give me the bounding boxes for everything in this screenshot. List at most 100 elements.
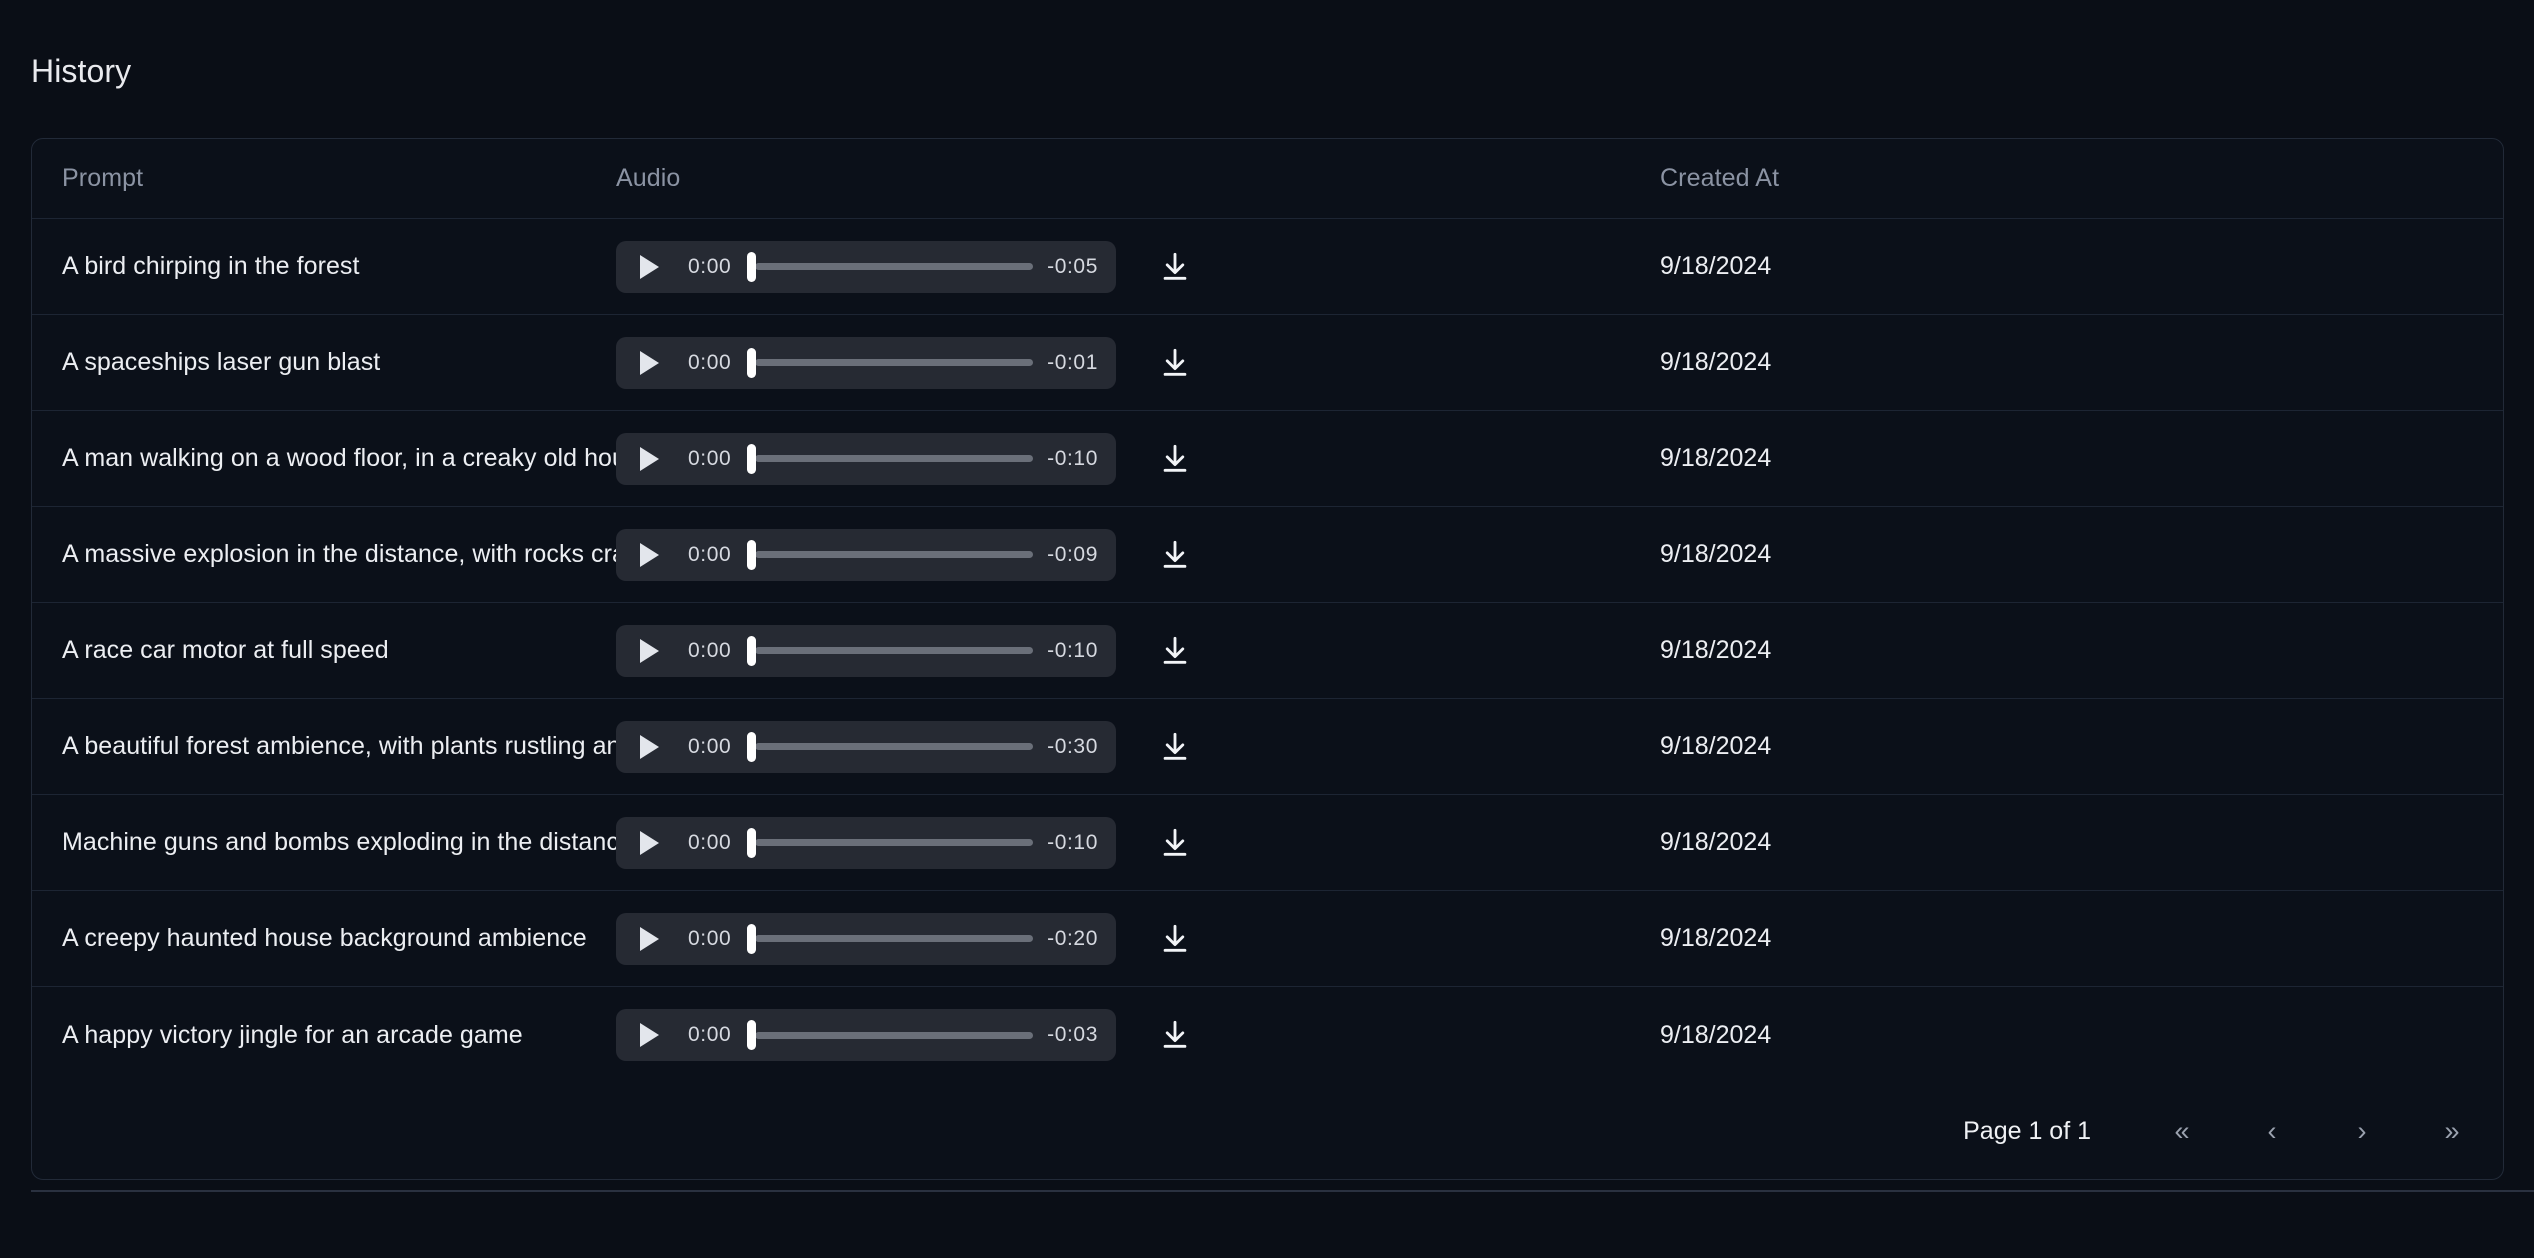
last-page-button[interactable]: »	[2429, 1108, 2475, 1154]
remaining-time: -0:10	[1047, 638, 1098, 662]
play-icon[interactable]	[634, 828, 664, 858]
scrubber-track	[755, 743, 1034, 750]
download-icon[interactable]	[1152, 532, 1198, 578]
column-header-created-at-cell: Created At	[1626, 164, 2503, 193]
play-icon[interactable]	[634, 636, 664, 666]
audio-scrubber[interactable]	[747, 923, 1034, 954]
current-time: 0:00	[688, 638, 732, 662]
bottom-divider	[31, 1190, 2534, 1192]
audio-player[interactable]: 0:00 -0:10	[616, 816, 1116, 869]
created-at-cell: 9/18/2024	[1626, 444, 2503, 473]
audio-scrubber[interactable]	[747, 1020, 1034, 1050]
created-at-cell: 9/18/2024	[1626, 828, 2503, 857]
audio-cell: 0:00 -0:09	[616, 528, 1626, 581]
audio-scrubber[interactable]	[747, 635, 1034, 666]
current-time: 0:00	[688, 542, 732, 566]
audio-player[interactable]: 0:00 -0:05	[616, 240, 1116, 293]
remaining-time: -0:10	[1047, 830, 1098, 854]
audio-cell: 0:00 -0:30	[616, 720, 1626, 773]
created-at-cell: 9/18/2024	[1626, 636, 2503, 665]
prompt-cell: A creepy haunted house background ambien…	[32, 924, 616, 953]
scrubber-thumb[interactable]	[747, 635, 757, 666]
audio-player[interactable]: 0:00 -0:30	[616, 720, 1116, 773]
scrubber-thumb[interactable]	[747, 923, 757, 954]
created-at-text: 9/18/2024	[1660, 732, 1772, 760]
column-header-audio: Audio	[616, 164, 681, 192]
play-icon[interactable]	[634, 732, 664, 762]
audio-player[interactable]: 0:00 -0:10	[616, 624, 1116, 677]
created-at-cell: 9/18/2024	[1626, 1021, 2503, 1050]
download-icon[interactable]	[1152, 916, 1198, 962]
table-body: A bird chirping in the forest 0:00 -0:05 9/…	[32, 219, 2503, 1083]
audio-player[interactable]: 0:00 -0:10	[616, 432, 1116, 485]
play-triangle	[639, 254, 659, 279]
scrubber-thumb[interactable]	[747, 539, 757, 570]
download-icon[interactable]	[1152, 244, 1198, 290]
play-icon[interactable]	[634, 1020, 664, 1050]
prompt-text: A creepy haunted house background ambien…	[62, 924, 587, 952]
audio-cell: 0:00 -0:10	[616, 816, 1626, 869]
scrubber-track	[755, 1031, 1034, 1039]
play-triangle	[639, 830, 659, 855]
prompt-text: A happy victory jingle for an arcade gam…	[62, 1020, 523, 1049]
audio-scrubber[interactable]	[747, 251, 1034, 282]
scrubber-thumb[interactable]	[747, 347, 757, 378]
audio-player[interactable]: 0:00 -0:09	[616, 528, 1116, 581]
scrubber-thumb[interactable]	[747, 731, 757, 762]
next-page-button[interactable]: ›	[2339, 1108, 2385, 1154]
current-time: 0:00	[688, 350, 732, 374]
scrubber-track	[755, 839, 1034, 846]
created-at-text: 9/18/2024	[1660, 828, 1772, 856]
prompt-text: A race car motor at full speed	[62, 636, 389, 664]
column-header-prompt-cell: Prompt	[32, 164, 616, 193]
audio-scrubber[interactable]	[747, 443, 1034, 474]
audio-player[interactable]: 0:00 -0:01	[616, 336, 1116, 389]
audio-scrubber[interactable]	[747, 827, 1034, 858]
previous-page-button[interactable]: ‹	[2249, 1108, 2295, 1154]
play-icon[interactable]	[634, 444, 664, 474]
current-time: 0:00	[688, 446, 732, 470]
table-row: A man walking on a wood floor, in a crea…	[32, 411, 2503, 507]
scrubber-thumb[interactable]	[747, 827, 757, 858]
scrubber-thumb[interactable]	[747, 1020, 757, 1050]
download-icon[interactable]	[1152, 820, 1198, 866]
table-row: A beautiful forest ambience, with plants…	[32, 699, 2503, 795]
created-at-text: 9/18/2024	[1660, 540, 1772, 568]
prompt-cell: A happy victory jingle for an arcade gam…	[32, 1021, 616, 1050]
play-icon[interactable]	[634, 348, 664, 378]
page-indicator: Page 1 of 1	[1963, 1116, 2091, 1145]
remaining-time: -0:10	[1047, 446, 1098, 470]
download-icon[interactable]	[1152, 724, 1198, 770]
scrubber-thumb[interactable]	[747, 443, 757, 474]
remaining-time: -0:30	[1047, 734, 1098, 758]
page-title: History	[31, 53, 132, 89]
first-page-button[interactable]: «	[2159, 1108, 2205, 1154]
scrubber-thumb[interactable]	[747, 251, 757, 282]
current-time: 0:00	[688, 734, 732, 758]
audio-scrubber[interactable]	[747, 347, 1034, 378]
download-icon[interactable]	[1152, 436, 1198, 482]
created-at-text: 9/18/2024	[1660, 636, 1772, 664]
scrubber-track	[755, 935, 1034, 942]
audio-player[interactable]: 0:00 -0:20	[616, 912, 1116, 965]
audio-cell: 0:00 -0:10	[616, 432, 1626, 485]
download-icon[interactable]	[1152, 628, 1198, 674]
created-at-cell: 9/18/2024	[1626, 732, 2503, 761]
remaining-time: -0:01	[1047, 350, 1098, 374]
prompt-cell: A bird chirping in the forest	[32, 252, 616, 281]
audio-scrubber[interactable]	[747, 539, 1034, 570]
audio-player[interactable]: 0:00 -0:03	[616, 1009, 1116, 1061]
audio-scrubber[interactable]	[747, 731, 1034, 762]
download-icon[interactable]	[1152, 340, 1198, 386]
prompt-cell: A spaceships laser gun blast	[32, 348, 616, 377]
column-header-audio-cell: Audio	[616, 164, 1626, 193]
audio-cell: 0:00 -0:10	[616, 624, 1626, 677]
column-header-created-at: Created At	[1660, 164, 1780, 192]
download-icon[interactable]	[1152, 1012, 1198, 1058]
play-icon[interactable]	[634, 540, 664, 570]
column-header-prompt: Prompt	[62, 164, 144, 192]
created-at-cell: 9/18/2024	[1626, 540, 2503, 569]
play-icon[interactable]	[634, 252, 664, 282]
play-icon[interactable]	[634, 924, 664, 954]
created-at-text: 9/18/2024	[1660, 444, 1772, 472]
